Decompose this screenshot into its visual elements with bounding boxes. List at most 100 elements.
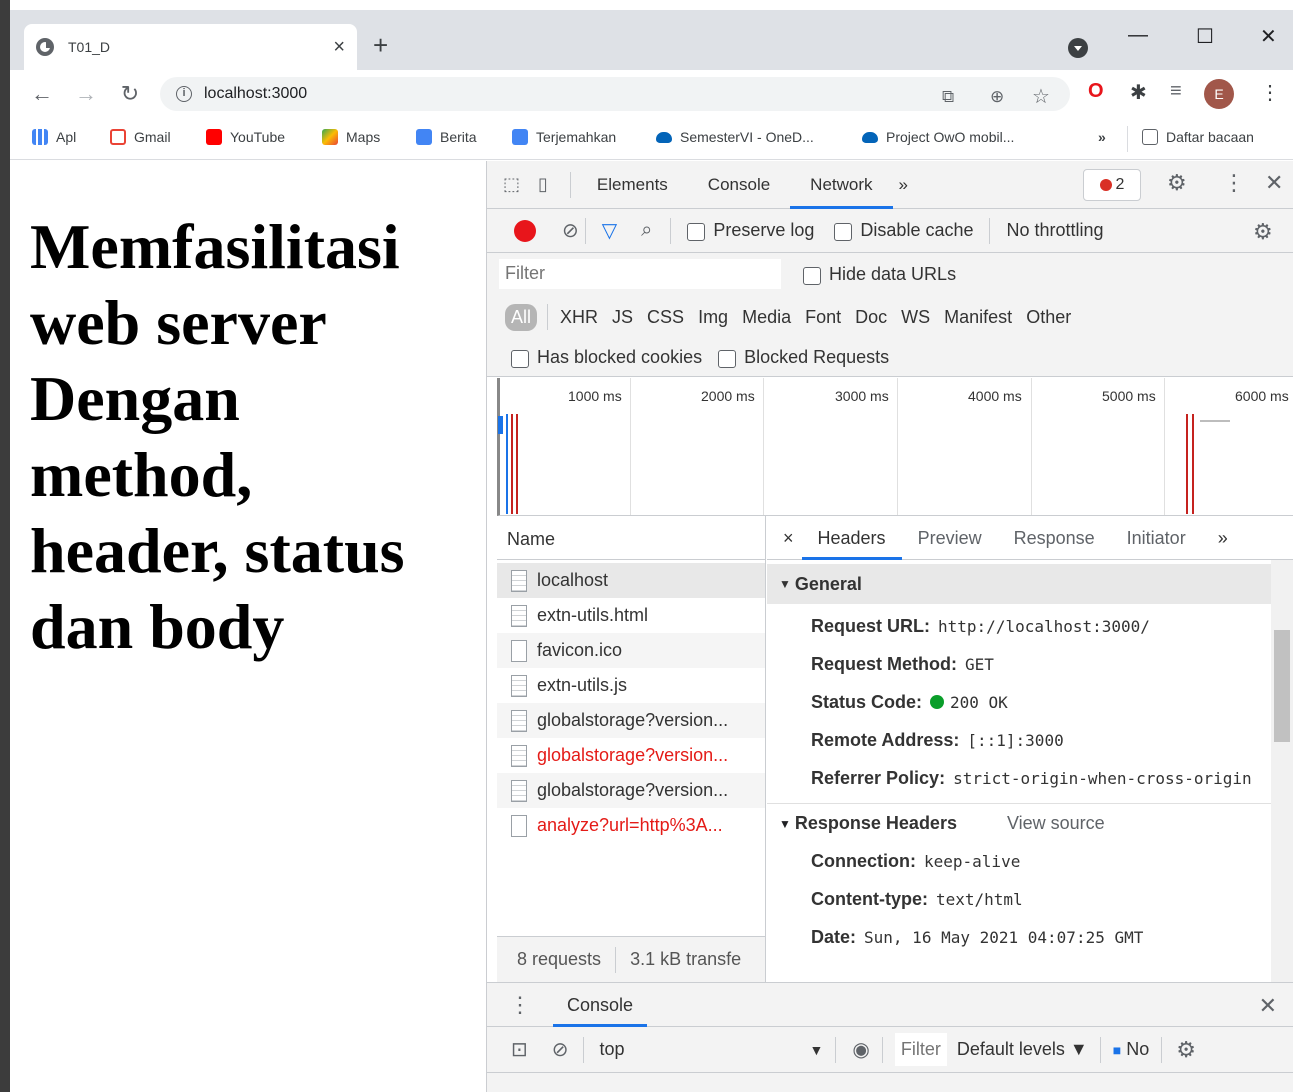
drawer-tab-console[interactable]: Console xyxy=(553,983,648,1027)
checkbox[interactable] xyxy=(803,266,821,285)
has-blocked-cookies-checkbox[interactable]: Has blocked cookies xyxy=(511,347,702,368)
drawer-menu-icon[interactable]: ⋮ xyxy=(509,992,531,1018)
minimize-button[interactable]: — xyxy=(1128,24,1148,47)
type-filter-media[interactable]: Media xyxy=(742,307,791,328)
checkbox[interactable] xyxy=(718,349,737,368)
zoom-icon[interactable]: ⊕ xyxy=(990,87,1004,107)
type-filter-ws[interactable]: WS xyxy=(901,307,930,328)
response-headers-section-header[interactable]: ▼ Response Headers View source xyxy=(767,803,1271,843)
tab-elements[interactable]: Elements xyxy=(577,161,688,209)
filter-funnel-icon[interactable]: ▽ xyxy=(602,218,617,243)
browser-tab[interactable]: T01_D × xyxy=(24,24,357,70)
close-drawer-icon[interactable]: ✕ xyxy=(1259,993,1277,1019)
settings-gear-icon[interactable]: ⚙ xyxy=(1167,171,1187,196)
request-row[interactable]: extn-utils.js xyxy=(497,668,765,703)
bookmark-youtube[interactable]: YouTube xyxy=(206,129,285,145)
bookmark-onedrive-semester[interactable]: SemesterVI - OneD... xyxy=(656,129,814,145)
console-settings-icon[interactable]: ⚙ xyxy=(1176,1037,1196,1063)
tab-network[interactable]: Network xyxy=(790,161,893,209)
maximize-button[interactable]: ☐ xyxy=(1196,24,1214,49)
close-devtools-icon[interactable]: ✕ xyxy=(1265,171,1283,196)
view-source-link[interactable]: View source xyxy=(1007,813,1105,834)
devtools-menu-icon[interactable]: ⋮ xyxy=(1223,171,1245,196)
hide-data-urls-checkbox[interactable]: Hide data URLs xyxy=(803,264,956,285)
checkbox[interactable] xyxy=(834,222,853,241)
new-tab-button[interactable]: + xyxy=(373,32,388,58)
reading-list-button[interactable]: Daftar bacaan xyxy=(1142,129,1254,145)
inspect-element-icon[interactable]: ⬚ xyxy=(503,174,520,195)
bookmark-maps[interactable]: Maps xyxy=(322,129,380,145)
request-row[interactable]: globalstorage?version... xyxy=(497,773,765,808)
request-row[interactable]: extn-utils.html xyxy=(497,598,765,633)
tab-initiator[interactable]: Initiator xyxy=(1111,516,1202,560)
type-filter-font[interactable]: Font xyxy=(805,307,841,328)
url-text[interactable]: localhost:3000 xyxy=(204,85,307,103)
clear-icon[interactable]: ⊘ xyxy=(562,218,579,243)
tab-search-icon[interactable] xyxy=(1068,38,1088,58)
type-filter-js[interactable]: JS xyxy=(612,307,633,328)
bookmark-apps[interactable]: Apl xyxy=(32,129,76,145)
bookmark-gmail[interactable]: Gmail xyxy=(110,129,171,145)
bookmarks-overflow-button[interactable]: » xyxy=(1098,129,1106,145)
checkbox[interactable] xyxy=(687,222,706,241)
log-levels-select[interactable]: Default levels ▼ xyxy=(957,1039,1088,1060)
bookmark-onedrive-project[interactable]: Project OwO mobil... xyxy=(862,129,1014,145)
clear-console-icon[interactable]: ⊘ xyxy=(552,1037,569,1062)
error-count-badge[interactable]: 2 xyxy=(1083,169,1141,201)
type-filter-manifest[interactable]: Manifest xyxy=(944,307,1012,328)
device-toolbar-icon[interactable]: ▯ xyxy=(538,174,548,195)
type-filter-doc[interactable]: Doc xyxy=(855,307,887,328)
extensions-puzzle-icon[interactable]: ✱ xyxy=(1130,80,1147,105)
request-row[interactable]: localhost xyxy=(497,563,765,598)
disable-cache-checkbox[interactable]: Disable cache xyxy=(834,220,973,241)
request-row[interactable]: globalstorage?version... xyxy=(497,703,765,738)
more-detail-tabs-button[interactable]: » xyxy=(1202,516,1244,560)
type-filter-other[interactable]: Other xyxy=(1026,307,1071,328)
eye-icon[interactable]: ◉ xyxy=(852,1037,869,1062)
type-filter-css[interactable]: CSS xyxy=(647,307,684,328)
tab-console[interactable]: Console xyxy=(688,161,790,209)
bookmark-berita[interactable]: Berita xyxy=(416,129,477,145)
sidebar-toggle-icon[interactable]: ⊡ xyxy=(511,1037,528,1062)
reload-icon[interactable]: ↻ xyxy=(118,81,142,107)
network-settings-icon[interactable]: ⚙ xyxy=(1253,219,1273,245)
console-filter-input[interactable]: Filter xyxy=(894,1033,947,1066)
forward-icon[interactable]: → xyxy=(74,81,98,107)
profile-avatar[interactable]: E xyxy=(1204,79,1234,109)
context-select[interactable]: top xyxy=(600,1039,810,1060)
close-window-button[interactable]: ✕ xyxy=(1260,24,1277,49)
tab-response[interactable]: Response xyxy=(998,516,1111,560)
bookmark-star-icon[interactable]: ☆ xyxy=(1032,84,1050,109)
back-icon[interactable]: ← xyxy=(30,81,54,107)
request-row[interactable]: globalstorage?version... xyxy=(497,738,765,773)
preserve-log-checkbox[interactable]: Preserve log xyxy=(687,220,814,241)
opera-extension-icon[interactable]: O xyxy=(1088,80,1104,103)
tab-preview[interactable]: Preview xyxy=(902,516,998,560)
name-column-header[interactable]: Name xyxy=(497,516,765,560)
type-filter-img[interactable]: Img xyxy=(698,307,728,328)
issues-button[interactable]: ■ No xyxy=(1113,1039,1150,1060)
close-details-button[interactable]: × xyxy=(767,516,802,560)
more-tabs-button[interactable]: » xyxy=(893,161,914,209)
tab-headers[interactable]: Headers xyxy=(801,516,902,560)
throttling-select[interactable]: No throttling xyxy=(1006,220,1103,241)
request-row[interactable]: analyze?url=http%3A... xyxy=(497,808,765,843)
info-icon[interactable]: i xyxy=(176,86,192,102)
checkbox[interactable] xyxy=(511,349,529,368)
scrollbar-thumb[interactable] xyxy=(1274,630,1290,742)
network-timeline-overview[interactable]: 1000 ms 2000 ms 3000 ms 4000 ms 5000 ms … xyxy=(497,378,1293,516)
menu-kebab-icon[interactable]: ⋮ xyxy=(1260,80,1280,105)
translate-icon[interactable]: ⧉ xyxy=(942,87,954,107)
tab-close-button[interactable]: × xyxy=(333,36,345,59)
request-row[interactable]: favicon.ico xyxy=(497,633,765,668)
details-scrollbar[interactable] xyxy=(1271,560,1293,982)
filter-input[interactable]: Filter xyxy=(499,259,781,289)
search-icon[interactable]: ⌕ xyxy=(641,219,652,242)
type-filter-all[interactable]: All xyxy=(505,303,538,331)
type-filter-xhr[interactable]: XHR xyxy=(560,307,598,328)
general-section-header[interactable]: ▼ General xyxy=(767,564,1271,604)
media-list-icon[interactable]: ≡ xyxy=(1170,80,1182,103)
record-icon[interactable] xyxy=(514,219,536,242)
bookmark-terjemahkan[interactable]: Terjemahkan xyxy=(512,129,616,145)
blocked-requests-checkbox[interactable]: Blocked Requests xyxy=(718,347,889,368)
